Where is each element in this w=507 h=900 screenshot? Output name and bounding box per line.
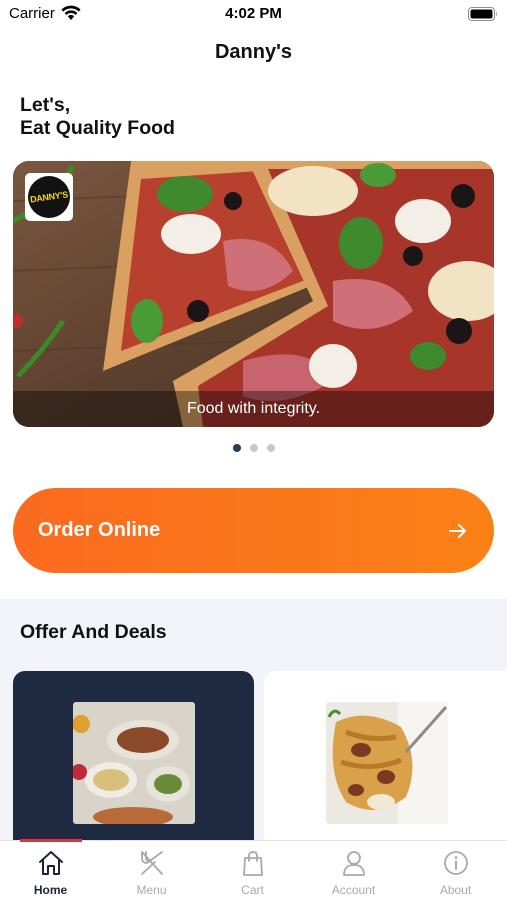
status-time: 4:02 PM (225, 5, 282, 22)
pizza-image (13, 161, 494, 427)
tab-cart-label: Cart (241, 883, 264, 897)
tab-home-label: Home (33, 883, 68, 897)
nav-title: Danny's (214, 41, 292, 63)
carousel-dot-1[interactable] (232, 444, 241, 452)
hero-line-2: Eat Quality Food (20, 117, 175, 139)
offer-image-1 (73, 702, 195, 824)
tab-home[interactable]: Home (0, 849, 101, 897)
order-online-label: Order Online (38, 519, 161, 541)
tab-active-indicator (20, 839, 82, 842)
home-icon (38, 851, 63, 875)
tab-menu[interactable]: Menu (101, 849, 202, 897)
person-icon (342, 851, 365, 876)
carousel-dot-2[interactable] (249, 444, 258, 452)
tab-account[interactable]: Account (303, 849, 404, 897)
promo-banner[interactable]: DANNY'S Food with integrity. (13, 161, 494, 427)
tab-cart[interactable]: Cart (202, 849, 303, 897)
info-icon (443, 851, 468, 875)
carousel-dot-3[interactable] (266, 444, 275, 452)
brand-logo-disc: DANNY'S (28, 176, 70, 218)
offer-card-1[interactable] (13, 671, 254, 843)
offers-title: Offer And Deals (20, 621, 167, 643)
carousel-dots (0, 444, 507, 452)
brand-logo: DANNY'S (25, 173, 73, 221)
arrow-right-icon (449, 524, 466, 538)
battery-icon (468, 7, 497, 21)
hero-line-1: Let's, (20, 94, 71, 116)
fork-knife-icon (140, 851, 163, 875)
tab-menu-label: Menu (136, 883, 167, 897)
status-bar: Carrier 4:02 PM (0, 0, 507, 28)
bag-icon (242, 851, 263, 876)
tab-about[interactable]: About (405, 849, 506, 897)
banner-caption: Food with integrity. (186, 400, 321, 417)
tab-about-label: About (439, 883, 472, 897)
brand-logo-text: DANNY'S (29, 189, 69, 205)
offer-image-2 (326, 702, 448, 824)
offer-card-2[interactable] (264, 671, 507, 843)
order-online-button[interactable]: Order Online (13, 488, 494, 573)
hero-headline: Let's, Eat Quality Food (20, 94, 175, 140)
tab-account-label: Account (331, 883, 376, 897)
